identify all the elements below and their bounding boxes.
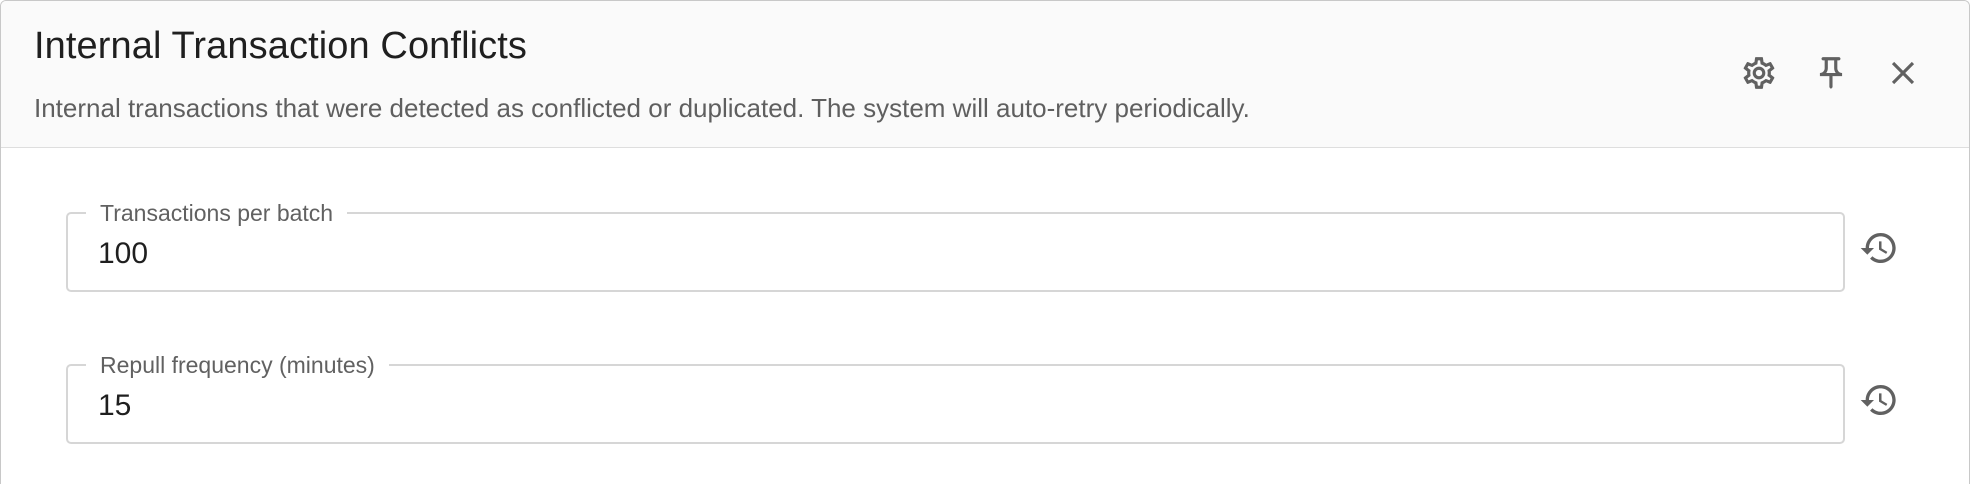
settings-dialog: Internal Transaction Conflicts Internal … [0, 0, 1970, 484]
gear-icon [1743, 57, 1775, 89]
close-button[interactable] [1881, 51, 1925, 95]
settings-button[interactable] [1737, 51, 1781, 95]
dialog-header: Internal Transaction Conflicts Internal … [1, 1, 1969, 148]
pin-icon [1819, 57, 1843, 89]
history-icon [1860, 385, 1896, 415]
repull-frequency-field: Repull frequency (minutes) [66, 350, 1845, 444]
dialog-title: Internal Transaction Conflicts [34, 25, 528, 67]
pin-button[interactable] [1809, 51, 1853, 95]
reset-transactions-per-batch-button[interactable] [1857, 226, 1901, 270]
close-icon [1891, 61, 1915, 85]
dialog-subtitle: Internal transactions that were detected… [34, 93, 1250, 123]
field-label: Transactions per batch [86, 198, 348, 228]
field-label: Repull frequency (minutes) [86, 350, 389, 380]
transactions-per-batch-field: Transactions per batch [66, 198, 1845, 292]
field-row-transactions-per-batch: Transactions per batch [66, 198, 1946, 294]
header-actions [1737, 51, 1925, 95]
field-row-repull-frequency: Repull frequency (minutes) [66, 350, 1946, 446]
repull-frequency-input[interactable] [98, 386, 1798, 426]
transactions-per-batch-input[interactable] [98, 234, 1798, 274]
reset-repull-frequency-button[interactable] [1857, 378, 1901, 422]
history-icon [1860, 233, 1896, 263]
